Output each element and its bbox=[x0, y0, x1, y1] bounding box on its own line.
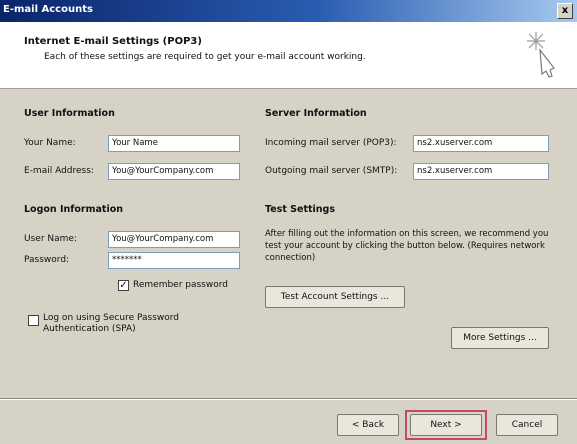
wizard-wand-icon bbox=[527, 32, 555, 78]
logon-info-heading: Logon Information bbox=[24, 204, 124, 215]
test-settings-description: After filling out the information on thi… bbox=[265, 229, 549, 263]
email-address-input[interactable]: You@YourCompany.com bbox=[108, 163, 240, 180]
back-button[interactable]: < Back bbox=[337, 414, 399, 436]
check-mark-icon: ✓ bbox=[119, 280, 128, 291]
close-button[interactable]: x bbox=[557, 3, 573, 19]
incoming-server-input[interactable]: ns2.xuserver.com bbox=[413, 135, 549, 152]
title-bar: E-mail Accounts x bbox=[0, 0, 577, 22]
remember-password-label: Remember password bbox=[133, 280, 228, 290]
email-address-label: E-mail Address: bbox=[24, 166, 94, 176]
outgoing-server-input[interactable]: ns2.xuserver.com bbox=[413, 163, 549, 180]
wizard-header: Internet E-mail Settings (POP3) Each of … bbox=[0, 22, 577, 89]
more-settings-button[interactable]: More Settings ... bbox=[451, 327, 549, 349]
test-settings-heading: Test Settings bbox=[265, 204, 336, 215]
user-name-label: User Name: bbox=[24, 234, 77, 244]
next-button[interactable]: Next > bbox=[410, 414, 482, 436]
incoming-server-label: Incoming mail server (POP3): bbox=[265, 138, 397, 148]
server-info-heading: Server Information bbox=[265, 108, 367, 119]
page-title: Internet E-mail Settings (POP3) bbox=[24, 36, 202, 47]
spa-label: Log on using Secure Password Authenticat… bbox=[43, 313, 180, 334]
user-info-heading: User Information bbox=[24, 108, 115, 119]
remember-password-checkbox[interactable]: ✓ bbox=[118, 280, 129, 291]
page-subtitle: Each of these settings are required to g… bbox=[44, 52, 366, 62]
email-accounts-dialog: E-mail Accounts x Internet E-mail Settin… bbox=[0, 0, 577, 444]
your-name-input[interactable]: Your Name bbox=[108, 135, 240, 152]
footer-divider bbox=[0, 398, 577, 400]
password-label: Password: bbox=[24, 255, 70, 265]
your-name-label: Your Name: bbox=[24, 138, 76, 148]
outgoing-server-label: Outgoing mail server (SMTP): bbox=[265, 166, 398, 176]
window-title: E-mail Accounts bbox=[3, 4, 93, 15]
user-name-input[interactable]: You@YourCompany.com bbox=[108, 231, 240, 248]
password-input[interactable]: ******* bbox=[108, 252, 240, 269]
spa-checkbox[interactable] bbox=[28, 315, 39, 326]
test-account-settings-button[interactable]: Test Account Settings ... bbox=[265, 286, 405, 308]
cancel-button[interactable]: Cancel bbox=[496, 414, 558, 436]
